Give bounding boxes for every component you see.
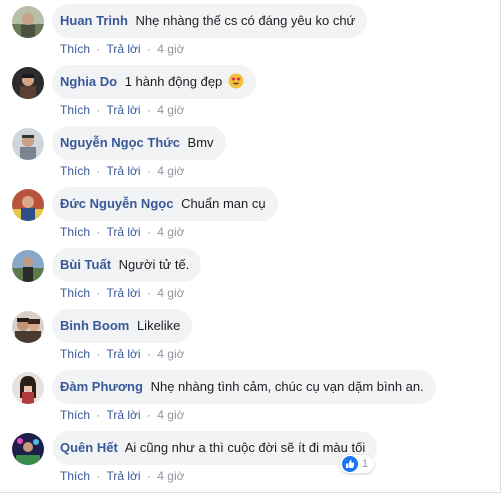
comment-actions: Thích · Trả lời · 4 giờ	[60, 224, 184, 240]
comment-text: Người tử tế.	[118, 257, 190, 272]
comment-timestamp[interactable]: 4 giờ	[157, 164, 184, 178]
action-separator: ·	[96, 408, 101, 422]
avatar[interactable]	[12, 311, 44, 343]
reply-link[interactable]: Trả lời	[106, 225, 140, 239]
like-link[interactable]: Thích	[60, 469, 90, 483]
comment-text: Chuẩn man cụ	[181, 196, 266, 211]
avatar[interactable]	[12, 6, 44, 38]
like-link[interactable]: Thích	[60, 164, 90, 178]
comment-author[interactable]: Bùi Tuất	[60, 257, 111, 272]
comment-timestamp[interactable]: 4 giờ	[157, 42, 184, 56]
comment-bubble: Đàm Phương Nhẹ nhàng tình cảm, chúc cụ v…	[52, 370, 436, 404]
action-separator: ·	[96, 42, 101, 56]
comment-bubble: Quên Hết Ai cũng như a thì cuộc đời sẽ í…	[52, 431, 378, 465]
comment-timestamp[interactable]: 4 giờ	[157, 347, 184, 361]
reply-link[interactable]: Trả lời	[106, 347, 140, 361]
comment-text: Nhẹ nhàng thế cs có đáng yêu ko chứ	[135, 13, 356, 28]
avatar[interactable]	[12, 67, 44, 99]
like-link[interactable]: Thích	[60, 103, 90, 117]
comment-author[interactable]: Huan Trinh	[60, 13, 128, 28]
comment-text: Nhẹ nhàng tình cảm, chúc cụ vạn dặm bình…	[150, 379, 424, 394]
comment-timestamp[interactable]: 4 giờ	[157, 103, 184, 117]
comment-item: Đàm Phương Nhẹ nhàng tình cảm, chúc cụ v…	[12, 370, 492, 431]
action-separator: ·	[96, 469, 101, 483]
action-separator: ·	[146, 286, 151, 300]
reaction-count-badge[interactable]: 1	[340, 455, 375, 473]
action-separator: ·	[96, 225, 101, 239]
comment-bubble: Huan Trinh Nhẹ nhàng thế cs có đáng yêu …	[52, 4, 368, 38]
comment-bubble: Nguyễn Ngọc Thức Bmv	[52, 126, 226, 160]
comment-actions: Thích · Trả lời · 4 giờ	[60, 163, 184, 179]
comment-actions: Thích · Trả lời · 4 giờ	[60, 407, 184, 423]
comment-author[interactable]: Binh Boom	[60, 318, 129, 333]
comment-author[interactable]: Đàm Phương	[60, 379, 143, 394]
reply-link[interactable]: Trả lời	[106, 164, 140, 178]
action-separator: ·	[146, 225, 151, 239]
reply-link[interactable]: Trả lời	[106, 408, 140, 422]
comment-text: Likelike	[136, 318, 181, 333]
avatar[interactable]	[12, 433, 44, 465]
action-separator: ·	[146, 408, 151, 422]
action-separator: ·	[146, 347, 151, 361]
comment-author[interactable]: Nghia Do	[60, 74, 117, 89]
comment-timestamp[interactable]: 4 giờ	[157, 408, 184, 422]
comment-actions: Thích · Trả lời · 4 giờ	[60, 468, 184, 484]
comment-item: Nguyễn Ngọc Thức Bmv Thích · Trả lời · 4…	[12, 126, 492, 187]
like-icon	[342, 456, 358, 472]
comment-item: Đức Nguyễn Ngọc Chuẩn man cụ Thích · Trả…	[12, 187, 492, 248]
heart-eyes-emoji-icon	[228, 68, 244, 89]
reply-link[interactable]: Trả lời	[106, 286, 140, 300]
comment-actions: Thích · Trả lời · 4 giờ	[60, 346, 184, 362]
comment-text: Ai cũng như a thì cuộc đời sẽ ít đi màu …	[124, 440, 366, 455]
avatar[interactable]	[12, 189, 44, 221]
action-separator: ·	[146, 42, 151, 56]
comment-author[interactable]: Quên Hết	[60, 440, 118, 455]
comment-actions: Thích · Trả lời · 4 giờ	[60, 102, 184, 118]
comment-actions: Thích · Trả lời · 4 giờ	[60, 285, 184, 301]
comment-item: Quên Hết Ai cũng như a thì cuộc đời sẽ í…	[12, 431, 492, 492]
action-separator: ·	[146, 164, 151, 178]
reply-link[interactable]: Trả lời	[106, 42, 140, 56]
comment-text: 1 hành động đẹp	[124, 74, 223, 89]
comment-timestamp[interactable]: 4 giờ	[157, 286, 184, 300]
comment-item: Bùi Tuất Người tử tế. Thích · Trả lời · …	[12, 248, 492, 309]
comment-actions: Thích · Trả lời · 4 giờ	[60, 41, 184, 57]
comment-timestamp[interactable]: 4 giờ	[157, 225, 184, 239]
like-link[interactable]: Thích	[60, 225, 90, 239]
comment-bubble: Nghia Do 1 hành động đẹp	[52, 65, 256, 99]
comment-author[interactable]: Đức Nguyễn Ngọc	[60, 196, 173, 211]
like-link[interactable]: Thích	[60, 42, 90, 56]
avatar[interactable]	[12, 372, 44, 404]
comment-author[interactable]: Nguyễn Ngọc Thức	[60, 135, 180, 150]
reaction-count: 1	[362, 458, 369, 470]
reply-link[interactable]: Trả lời	[106, 469, 140, 483]
action-separator: ·	[96, 347, 101, 361]
comment-text: Bmv	[187, 135, 214, 150]
action-separator: ·	[146, 103, 151, 117]
comment-list: Huan Trinh Nhẹ nhàng thế cs có đáng yêu …	[12, 4, 492, 492]
comment-item: Huan Trinh Nhẹ nhàng thế cs có đáng yêu …	[12, 4, 492, 65]
avatar[interactable]	[12, 250, 44, 282]
comment-bubble: Đức Nguyễn Ngọc Chuẩn man cụ	[52, 187, 278, 221]
comment-panel: Huan Trinh Nhẹ nhàng thế cs có đáng yêu …	[0, 0, 501, 493]
reply-link[interactable]: Trả lời	[106, 103, 140, 117]
action-separator: ·	[96, 286, 101, 300]
action-separator: ·	[146, 469, 151, 483]
action-separator: ·	[96, 164, 101, 178]
action-separator: ·	[96, 103, 101, 117]
comment-item: Nghia Do 1 hành động đẹp Thích · Trả lời…	[12, 65, 492, 126]
like-link[interactable]: Thích	[60, 408, 90, 422]
comment-bubble: Bùi Tuất Người tử tế.	[52, 248, 202, 282]
comment-bubble: Binh Boom Likelike	[52, 309, 193, 343]
avatar[interactable]	[12, 128, 44, 160]
comment-item: Binh Boom Likelike Thích · Trả lời · 4 g…	[12, 309, 492, 370]
comment-timestamp[interactable]: 4 giờ	[157, 469, 184, 483]
like-link[interactable]: Thích	[60, 286, 90, 300]
like-link[interactable]: Thích	[60, 347, 90, 361]
